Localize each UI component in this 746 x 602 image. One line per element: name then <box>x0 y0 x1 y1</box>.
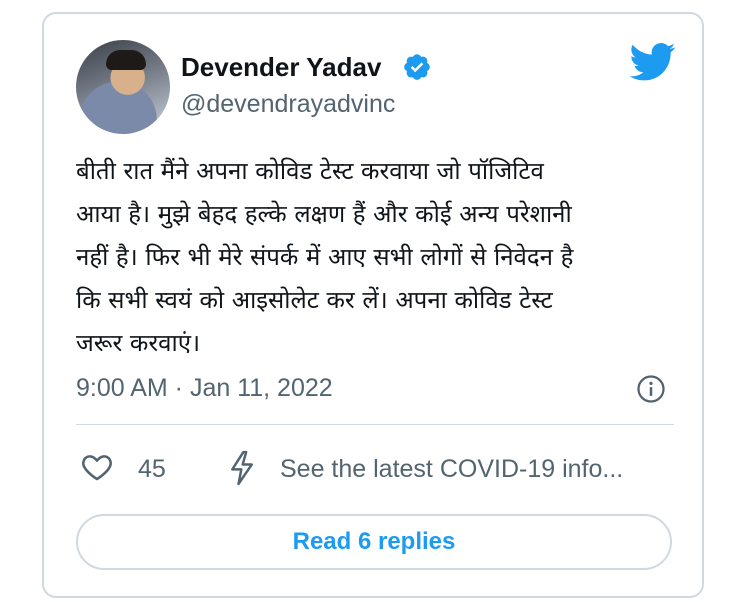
info-icon[interactable] <box>636 374 666 404</box>
verified-badge-icon <box>404 54 430 80</box>
tweet-timestamp[interactable]: 9:00 AM · Jan 11, 2022 <box>76 374 333 403</box>
tweet-card: Devender Yadav @devendrayadvinc बीती रात… <box>42 12 704 598</box>
avatar-hair <box>106 50 146 70</box>
divider <box>76 424 674 425</box>
like-count[interactable]: 45 <box>138 455 166 484</box>
lightning-bolt-icon[interactable] <box>228 450 256 486</box>
tweet-text: बीती रात मैंने अपना कोविड टेस्ट करवाया ज… <box>76 157 574 357</box>
covid-info-link[interactable]: See the latest COVID-19 info... <box>280 455 623 484</box>
twitter-bird-icon[interactable] <box>630 42 676 82</box>
author-handle[interactable]: @devendrayadvinc <box>181 90 395 119</box>
heart-icon[interactable] <box>80 450 114 484</box>
author-name[interactable]: Devender Yadav <box>181 52 381 83</box>
read-replies-button[interactable]: Read 6 replies <box>76 514 672 570</box>
avatar[interactable] <box>76 40 170 134</box>
